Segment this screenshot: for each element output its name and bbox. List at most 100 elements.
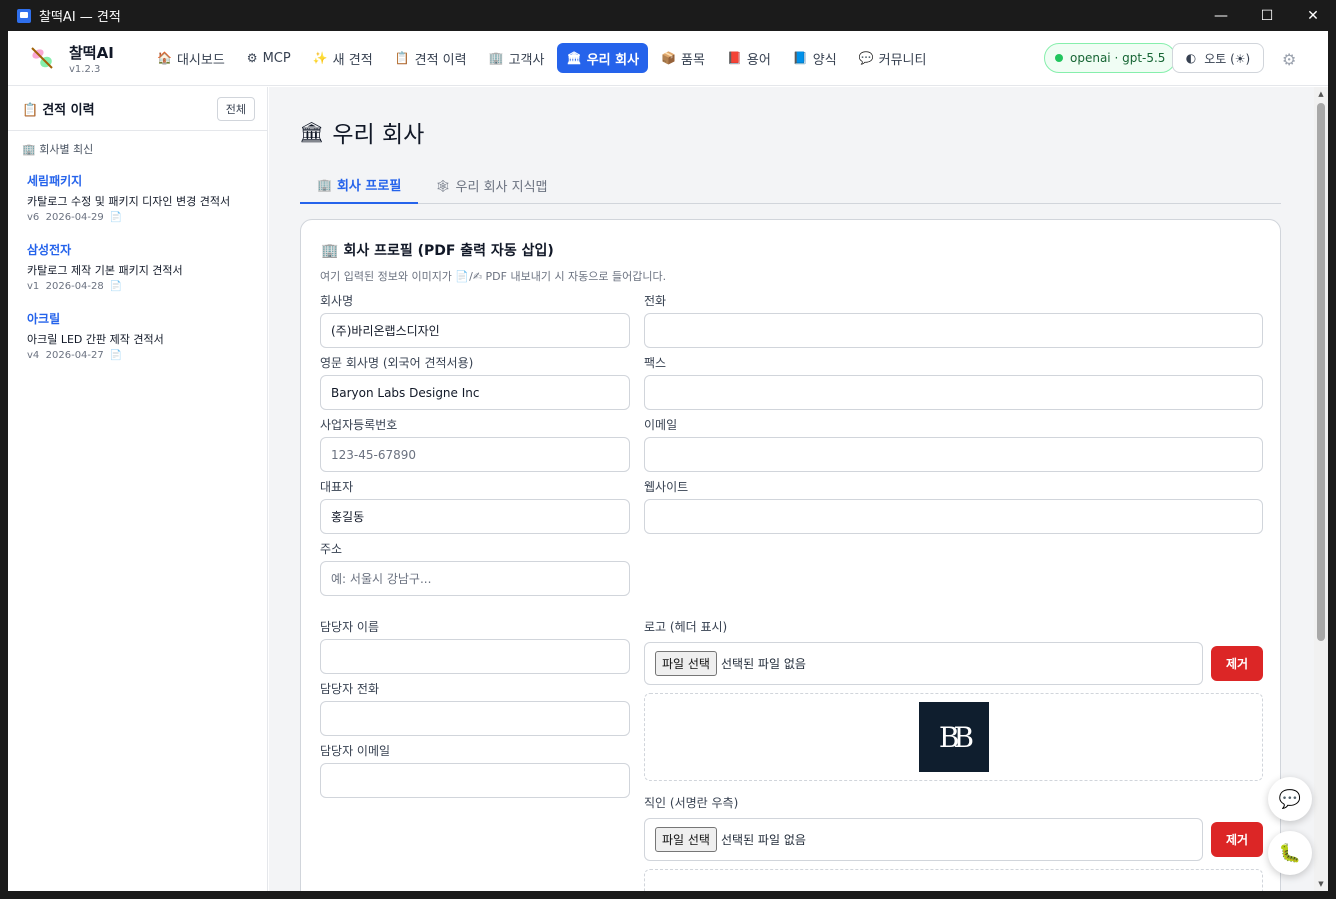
website-input[interactable] [644, 499, 1263, 534]
chat-fab-button[interactable]: 💬 [1268, 777, 1312, 821]
nav-item-5[interactable]: 🏛 우리 회사 [557, 43, 649, 73]
logo-label: 로고 (헤더 표시) [644, 620, 728, 634]
pdf-icon[interactable]: 📄 [110, 212, 122, 223]
nav-item-9[interactable]: 💬 커뮤니티 [850, 43, 936, 73]
model-label: openai · gpt-5.5 [1070, 51, 1166, 65]
app-icon [17, 8, 31, 23]
scroll-up-arrow-icon[interactable]: ▲ [1314, 87, 1328, 101]
main-scrollbar[interactable]: ▲ ▼ [1314, 87, 1328, 891]
company-name-field: 회사명 (주)바리온랩스디자인 [320, 292, 630, 348]
theme-icon: ◐ [1185, 51, 1197, 65]
english-name-field: 영문 회사명 (외국어 견적서용) Baryon Labs Designe In… [320, 354, 630, 410]
quote-company[interactable]: 삼성전자 [27, 241, 253, 258]
quote-version: v6 [27, 212, 40, 223]
quote-company[interactable]: 세림패키지 [27, 172, 253, 189]
seal-file-button[interactable]: 파일 선택 [655, 827, 717, 852]
fax-input[interactable] [644, 375, 1263, 410]
sparkle-icon: ✨ [312, 51, 328, 65]
profile-description: 여기 입력된 정보와 이미지가 📄/✍ PDF 내보내기 시 자동으로 들어갑니… [320, 270, 667, 283]
quote-company[interactable]: 아크릴 [27, 310, 253, 327]
logo-file-input[interactable]: 파일 선택 선택된 파일 없음 [644, 642, 1203, 685]
minimize-button[interactable]: — [1198, 0, 1244, 31]
nav-item-2[interactable]: ✨ 새 견적 [304, 43, 382, 73]
building-icon: 🏢 [321, 243, 339, 259]
pdf-icon[interactable]: 📄 [110, 350, 122, 361]
house-icon: 🏠 [157, 51, 172, 65]
brand[interactable]: 찰떡AI v1.2.3 [28, 42, 146, 75]
theme-toggle-button[interactable]: ◐ 오토 (☀) [1172, 43, 1264, 73]
ceo-input[interactable]: 홍길동 [320, 499, 630, 534]
phone-input[interactable] [644, 313, 1263, 348]
seal-remove-button[interactable]: 제거 [1211, 822, 1263, 857]
brand-version: v1.2.3 [69, 63, 101, 75]
form-icon: 📘 [792, 51, 808, 65]
email-field: 이메일 [644, 416, 1263, 472]
chat-icon: 💬 [858, 51, 874, 65]
tab-knowledge-map[interactable]: 🕸 우리 회사 지식맵 [418, 167, 564, 204]
gear-icon[interactable]: ⚙ [1282, 50, 1296, 69]
company-name-input[interactable]: (주)바리온랩스디자인 [320, 313, 630, 348]
logo-label-wrap: 로고 (헤더 표시) [644, 618, 1263, 639]
box-icon: 📦 [661, 51, 677, 65]
scrollbar-thumb[interactable] [1317, 103, 1325, 641]
quote-title: 아크릴 LED 간판 제작 견적서 [27, 333, 164, 346]
clipboard-icon: 📋 [22, 103, 39, 118]
quote-version: v4 [27, 350, 40, 361]
nav-item-label: 품목 [681, 52, 705, 68]
network-icon: 🕸 [435, 178, 451, 193]
sidebar-quote-item[interactable]: 세림패키지카탈로그 수정 및 패키지 디자인 변경 견적서 v6 2026-04-… [8, 163, 267, 232]
brand-name: 찰떡AI [69, 43, 114, 62]
nav-item-label: 우리 회사 [586, 52, 640, 68]
window-title: 찰떡AI — 견적 [39, 10, 121, 25]
book-icon: 📕 [726, 51, 742, 65]
sidebar-all-button[interactable]: 전체 [216, 96, 255, 121]
sidebar-quote-item[interactable]: 아크릴아크릴 LED 간판 제작 견적서 v4 2026-04-27 📄 [8, 301, 267, 370]
model-status-pill[interactable]: openai · gpt-5.5 [1044, 43, 1177, 73]
nav-item-7[interactable]: 📕 용어 [718, 43, 780, 73]
nav-item-3[interactable]: 📋 견적 이력 [386, 43, 476, 73]
nav-item-6[interactable]: 📦 품목 [652, 43, 714, 73]
main-content: 🏛 우리 회사 🏢 회사 프로필 🕸 우리 회사 지식맵 🏢 회사 프로필 (PDF … [269, 87, 1314, 891]
logo-file-button[interactable]: 파일 선택 [655, 651, 717, 676]
nav-item-label: MCP [262, 50, 291, 66]
nav-item-8[interactable]: 📘 양식 [784, 43, 846, 73]
top-nav: 찰떡AI v1.2.3 🏠 대시보드 ⚙ MCP ✨ 새 견적 📋 견적 이력 🏢 고객사 🏛 우리 … [8, 31, 1328, 86]
maximize-button[interactable]: ☐ [1244, 0, 1290, 31]
company-logo-image: BB [918, 702, 989, 772]
sidebar-quote-item[interactable]: 삼성전자 카탈로그 제작 기본 패키지 견적서 v1 2026-04-28 📄 [8, 232, 267, 301]
address-input[interactable]: 예: 서울시 강남구... [320, 561, 630, 596]
logo-remove-button[interactable]: 제거 [1211, 646, 1263, 681]
nav-item-label: 양식 [812, 52, 837, 68]
logo-file-status: 선택된 파일 없음 [720, 657, 806, 671]
contact-name-field: 담당자 이름 [320, 618, 630, 674]
contact-email-input[interactable] [320, 763, 630, 798]
pdf-icon[interactable]: 📄 [110, 281, 122, 292]
english-name-input[interactable]: Baryon Labs Designe Inc [320, 375, 630, 410]
company-icon: 🏛 [299, 120, 325, 144]
seal-file-status: 선택된 파일 없음 [720, 833, 806, 847]
nav-item-4[interactable]: 🏢 고객사 [480, 43, 554, 73]
brand-logo-icon [28, 44, 56, 72]
scroll-down-arrow-icon[interactable]: ▼ [1314, 877, 1328, 891]
assistant-fab-button[interactable]: 🐛 [1268, 831, 1312, 875]
close-button[interactable]: ✕ [1290, 0, 1336, 31]
tab-company-profile[interactable]: 🏢 회사 프로필 [300, 167, 419, 204]
seal-file-input[interactable]: 파일 선택 선택된 파일 없음 [644, 818, 1203, 861]
biz-number-input[interactable]: 123-45-67890 [320, 437, 630, 472]
biz-number-field: 사업자등록번호 123-45-67890 [320, 416, 630, 472]
nav-item-0[interactable]: 🏠 대시보드 [148, 43, 234, 73]
email-input[interactable] [644, 437, 1263, 472]
quote-title: 카탈로그 수정 및 패키지 디자인 변경 견적서 [27, 195, 231, 208]
contact-name-input[interactable] [320, 639, 630, 674]
nav-item-label: 용어 [746, 52, 771, 68]
nav-item-label: 고객사 [508, 52, 545, 68]
quote-date: 2026-04-27 [45, 350, 104, 361]
app-window: 찰떡AI v1.2.3 🏠 대시보드 ⚙ MCP ✨ 새 견적 📋 견적 이력 🏢 고객사 🏛 우리 … [8, 31, 1328, 891]
nav-item-1[interactable]: ⚙ MCP [238, 43, 300, 73]
ceo-field: 대표자 홍길동 [320, 478, 630, 534]
company-icon: 🏛 [566, 51, 582, 65]
caterpillar-icon: 🐛 [1278, 842, 1302, 864]
contact-phone-input[interactable] [320, 701, 630, 736]
chat-bubble-icon: 💬 [1278, 788, 1302, 810]
quote-date: 2026-04-29 [45, 212, 104, 223]
